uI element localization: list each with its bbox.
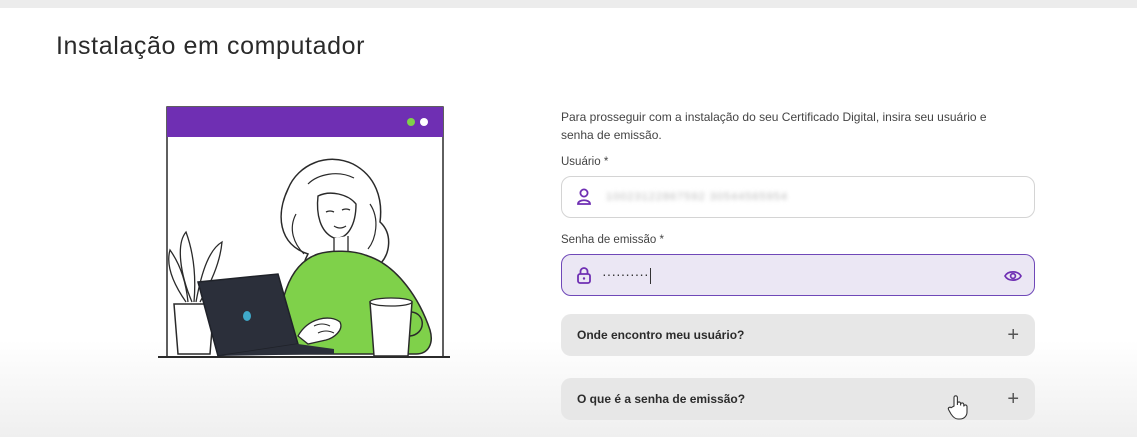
- faq-label: O que é a senha de emissão?: [577, 392, 746, 406]
- eye-icon[interactable]: [1004, 267, 1022, 285]
- window-dot-green-icon: [407, 118, 415, 126]
- page: Instalação em computador Para prosseguir…: [0, 0, 1137, 437]
- faq-where-username[interactable]: Onde encontro meu usuário? +: [561, 314, 1035, 356]
- faq-label: Onde encontro meu usuário?: [577, 328, 745, 342]
- intro-text: Para prosseguir com a instalação do seu …: [561, 110, 987, 142]
- password-label: Senha de emissão *: [561, 234, 664, 246]
- password-field[interactable]: ··········: [561, 254, 1035, 296]
- top-strip: [0, 0, 1137, 8]
- user-value: 10023122867592 30544565954: [606, 191, 788, 203]
- user-label: Usuário *: [561, 156, 609, 168]
- user-icon: [576, 188, 592, 206]
- lock-icon: [576, 266, 592, 284]
- user-field[interactable]: 10023122867592 30544565954: [561, 176, 1035, 218]
- hand-cursor-icon: [947, 395, 968, 420]
- woman-at-laptop-illustration: [158, 106, 450, 358]
- login-form: Para prosseguir com a instalação do seu …: [561, 108, 1037, 420]
- plus-icon: +: [1007, 388, 1019, 410]
- password-value: ··········: [602, 266, 651, 284]
- window-dot-white-icon: [420, 118, 428, 126]
- page-title: Instalação em computador: [56, 32, 366, 60]
- plus-icon: +: [1007, 324, 1019, 346]
